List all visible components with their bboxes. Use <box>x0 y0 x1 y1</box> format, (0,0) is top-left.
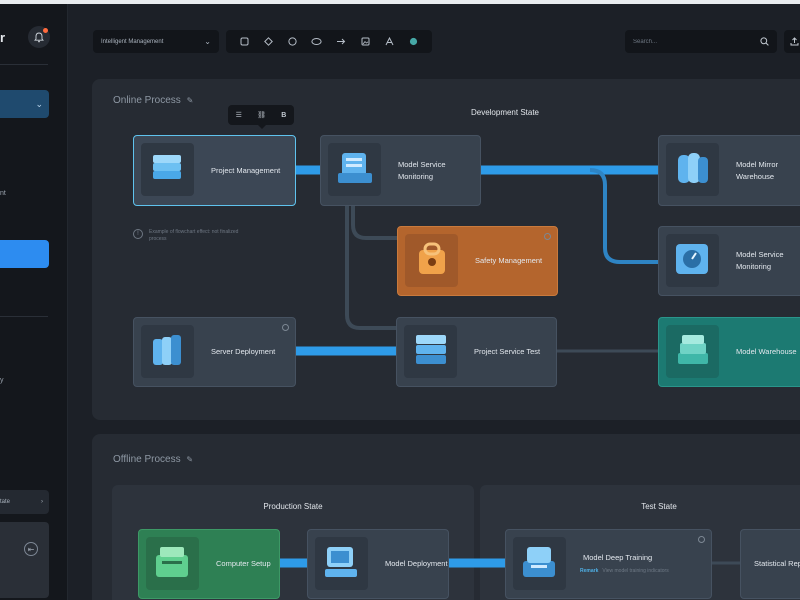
remark-link[interactable]: View model training indicators <box>602 568 668 574</box>
development-state-label: Development State <box>470 108 540 117</box>
node-label: Model Deep Training <box>583 553 653 562</box>
online-process-title-text: Online Process <box>113 95 181 106</box>
node-floating-toolbar: ☰ ⛓ B <box>228 105 294 125</box>
node-label: Project Management <box>211 165 281 175</box>
diamond-tool-icon[interactable] <box>260 34 276 50</box>
sidebar-state-label: tate <box>0 499 11 505</box>
node-model-deployment[interactable]: Model Deployment <box>307 529 449 599</box>
chevron-right-icon: › <box>41 499 43 505</box>
sidebar-item-active[interactable] <box>0 240 49 268</box>
safety-lock-icon <box>405 234 458 287</box>
test-state-label: Test State <box>641 502 677 511</box>
sidebar-divider <box>0 64 48 65</box>
chevron-down-icon: ⌄ <box>35 98 43 109</box>
node-statistical-report[interactable]: Statistical Report <box>740 529 800 599</box>
circle-tool-icon[interactable] <box>285 34 301 50</box>
search-icon[interactable] <box>760 33 769 51</box>
arrow-tool-icon[interactable] <box>333 34 349 50</box>
training-remark: Remark View model training indicators <box>580 568 669 574</box>
window-top-edge <box>0 0 800 4</box>
edit-icon[interactable]: ✎ <box>187 96 194 105</box>
text-tool-icon[interactable] <box>382 34 398 50</box>
training-chip-icon <box>513 537 566 590</box>
sidebar-item-label[interactable]: y <box>0 377 4 384</box>
dropdown-value: Intelligent Management <box>101 38 164 45</box>
toolbar-pointer <box>258 125 266 129</box>
sidebar: r ⌄ nt y tate › ⇤ <box>0 4 68 600</box>
align-icon[interactable]: ☰ <box>236 111 242 119</box>
info-icon: ! <box>133 229 143 239</box>
color-picker-icon[interactable] <box>406 34 422 50</box>
node-settings-icon[interactable] <box>698 536 705 543</box>
flowchart-note: ! Example of flowchart effect: not final… <box>133 229 239 243</box>
sidebar-state-button[interactable]: tate › <box>0 490 49 514</box>
node-label: Server Deployment <box>211 347 276 356</box>
notification-dot <box>43 28 48 33</box>
node-project-management[interactable]: Project Management <box>133 135 296 206</box>
sidebar-user-card: ⇤ <box>0 522 49 598</box>
warehouse-boxes-icon <box>666 325 719 378</box>
offline-process-title: Offline Process ✎ <box>113 454 193 465</box>
node-project-service-test[interactable]: Project Service Test <box>396 317 557 387</box>
server-monitor-icon <box>328 143 381 196</box>
computer-box-icon <box>146 537 199 590</box>
node-label: Statistical Report <box>754 559 800 568</box>
node-label: Project Service Test <box>474 347 541 356</box>
node-label: Model Service Monitoring <box>736 250 784 271</box>
bold-icon[interactable]: B <box>281 112 286 119</box>
node-settings-icon[interactable] <box>544 233 551 240</box>
node-model-warehouse[interactable]: Model Warehouse <box>658 317 800 387</box>
node-settings-icon[interactable] <box>282 324 289 331</box>
brand-name-fragment: r <box>0 30 6 45</box>
node-model-deep-training[interactable]: Model Deep Training <box>505 529 712 599</box>
notification-bell-icon[interactable] <box>28 26 50 48</box>
node-server-deployment[interactable]: Server Deployment <box>133 317 296 387</box>
offline-process-title-text: Offline Process <box>113 454 181 465</box>
node-label: Computer Setup <box>216 559 271 568</box>
node-label: Model Deployment <box>385 559 448 568</box>
warehouse-cylinders-icon <box>666 143 719 196</box>
app-window: r ⌄ nt y tate › ⇤ Intelligent Management… <box>0 0 800 600</box>
image-tool-icon[interactable] <box>357 34 373 50</box>
monitor-deploy-icon <box>315 537 368 590</box>
sidebar-project-select[interactable]: ⌄ <box>0 90 49 118</box>
link-icon[interactable]: ⛓ <box>257 111 266 119</box>
sidebar-divider <box>0 316 48 317</box>
export-icon[interactable] <box>784 30 800 53</box>
logout-icon[interactable]: ⇤ <box>24 542 38 556</box>
ellipse-tool-icon[interactable] <box>309 34 325 50</box>
node-model-service-monitoring-2[interactable]: Model Service Monitoring <box>658 226 800 296</box>
node-label: Model Mirror Warehouse <box>736 159 779 181</box>
shape-toolbar <box>226 30 432 53</box>
production-state-label: Production State <box>263 502 323 511</box>
search-input[interactable] <box>633 38 743 45</box>
node-model-service-monitoring[interactable]: Model Service Monitoring <box>320 135 481 206</box>
chevron-down-icon: ⌄ <box>204 37 211 46</box>
node-safety-management[interactable]: Safety Management <box>397 226 558 296</box>
sidebar-item-label[interactable]: nt <box>0 190 6 197</box>
test-stack-icon <box>404 325 457 378</box>
node-label: Model Warehouse <box>736 347 797 356</box>
stack-layers-icon <box>141 143 194 196</box>
online-process-title: Online Process ✎ <box>113 95 193 106</box>
node-computer-setup[interactable]: Computer Setup <box>138 529 280 599</box>
node-model-mirror-warehouse[interactable]: Model Mirror Warehouse <box>658 135 800 206</box>
search-box <box>625 30 777 53</box>
gauge-monitor-icon <box>666 234 719 287</box>
node-label: Model Service Monitoring <box>398 159 446 181</box>
server-rack-icon <box>141 325 194 378</box>
remark-label: Remark <box>580 568 599 574</box>
node-label: Safety Management <box>475 256 543 265</box>
rectangle-tool-icon[interactable] <box>236 34 252 50</box>
edit-icon[interactable]: ✎ <box>186 455 193 464</box>
management-dropdown[interactable]: Intelligent Management ⌄ <box>93 30 219 53</box>
flowchart-note-text: Example of flowchart effect: not finaliz… <box>149 229 239 242</box>
